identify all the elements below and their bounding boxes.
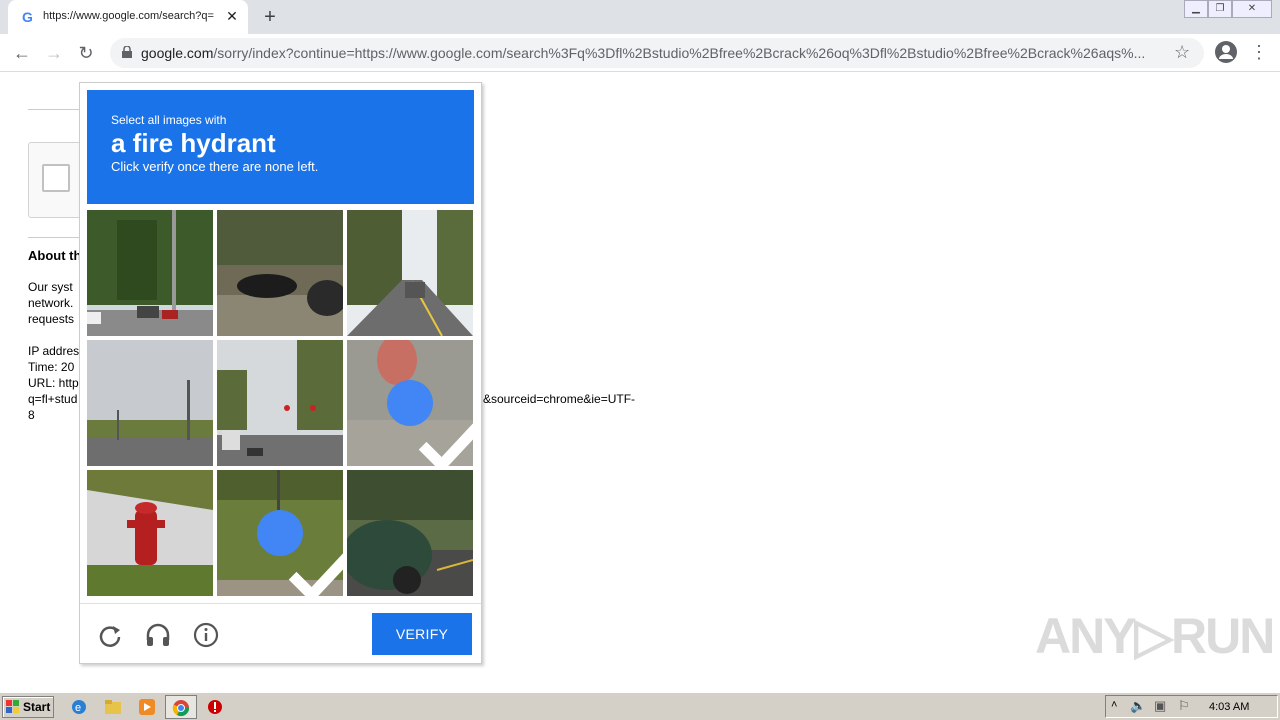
recaptcha-challenge: Select all images with a fire hydrant Cl… (79, 82, 482, 664)
tab-title: https://www.google.com/search?q= (43, 10, 214, 22)
challenge-instruction-sub: Click verify once there are none left. (111, 159, 319, 174)
file-explorer-icon[interactable] (104, 698, 122, 716)
close-window-button[interactable]: ✕ (1232, 0, 1272, 18)
address-bar[interactable]: google.com/sorry/index?continue=https://… (110, 38, 1204, 68)
challenge-footer-divider (80, 603, 481, 604)
windows-logo-icon (6, 700, 19, 713)
network-icon[interactable]: ▣ (1154, 698, 1166, 714)
tab-close-icon[interactable]: ✕ (224, 8, 240, 24)
volume-icon[interactable]: 🔈 (1130, 698, 1146, 714)
image-tile[interactable] (87, 210, 213, 336)
chrome-taskbar-button[interactable] (165, 695, 197, 719)
chrome-icon (172, 700, 190, 717)
internet-explorer-icon[interactable]: e (70, 698, 88, 716)
start-label: Start (23, 700, 51, 714)
media-player-icon[interactable] (138, 698, 156, 716)
challenge-header: Select all images with a fire hydrant Cl… (87, 90, 474, 204)
reload-challenge-icon[interactable] (95, 620, 125, 650)
image-tile[interactable] (87, 340, 213, 466)
request-info: IP addres Time: 20 URL: http q=fl+stud 8 (28, 344, 80, 422)
image-tile[interactable] (217, 210, 343, 336)
forward-button[interactable]: → (42, 41, 66, 65)
selected-check-icon (257, 510, 343, 596)
recaptcha-checkbox[interactable] (42, 164, 70, 192)
profile-avatar-icon[interactable] (1215, 41, 1237, 63)
svg-text:e: e (75, 702, 81, 714)
image-tile[interactable] (347, 470, 473, 596)
browser-tab[interactable]: G https://www.google.com/search?q= ✕ (8, 0, 248, 34)
image-tile[interactable] (347, 340, 473, 466)
browser-tabstrip: G https://www.google.com/search?q= ✕ + ▁… (0, 0, 1280, 34)
image-tile[interactable] (347, 210, 473, 336)
new-tab-button[interactable]: + (259, 6, 281, 28)
info-icon[interactable] (191, 620, 221, 650)
verify-button[interactable]: VERIFY (372, 613, 472, 655)
selected-check-icon (387, 380, 473, 466)
image-tile[interactable] (217, 470, 343, 596)
audio-challenge-icon[interactable] (143, 620, 173, 650)
action-center-flag-icon[interactable]: ⚐ (1178, 698, 1190, 714)
windows-taskbar: Start e ˄ 🔈 ▣ ⚐ 4:03 AM (0, 692, 1280, 720)
image-tile[interactable] (87, 470, 213, 596)
challenge-instruction-small: Select all images with (111, 113, 227, 127)
taskbar-clock: 4:03 AM (1209, 701, 1250, 713)
image-grid (87, 210, 474, 597)
restore-button[interactable]: ❐ (1208, 0, 1232, 18)
back-button[interactable]: ← (10, 41, 34, 65)
about-heading: About th (28, 248, 82, 263)
lock-icon (122, 46, 132, 58)
start-button[interactable]: Start (2, 696, 54, 718)
anyrun-watermark: ANY▷RUN (1035, 608, 1275, 664)
url-text: google.com/sorry/index?continue=https://… (141, 45, 1146, 61)
url-tail-text: &sourceid=chrome&ie=UTF- (483, 392, 636, 406)
browser-menu-button[interactable]: ⋮ (1250, 41, 1268, 65)
google-favicon-icon: G (22, 9, 33, 25)
image-tile[interactable] (217, 340, 343, 466)
minimize-button[interactable]: ▁ (1184, 0, 1208, 18)
about-paragraph: Our syst network. requests (28, 280, 75, 326)
browser-toolbar: ← → ↻ google.com/sorry/index?continue=ht… (0, 34, 1280, 72)
security-alert-icon[interactable] (206, 698, 224, 716)
tray-expand-icon[interactable]: ˄ (1111, 699, 1117, 711)
challenge-target: a fire hydrant (111, 128, 276, 158)
bookmark-star-icon[interactable]: ☆ (1174, 42, 1190, 63)
reload-button[interactable]: ↻ (74, 41, 98, 65)
system-tray: ˄ 🔈 ▣ ⚐ (1105, 695, 1278, 718)
